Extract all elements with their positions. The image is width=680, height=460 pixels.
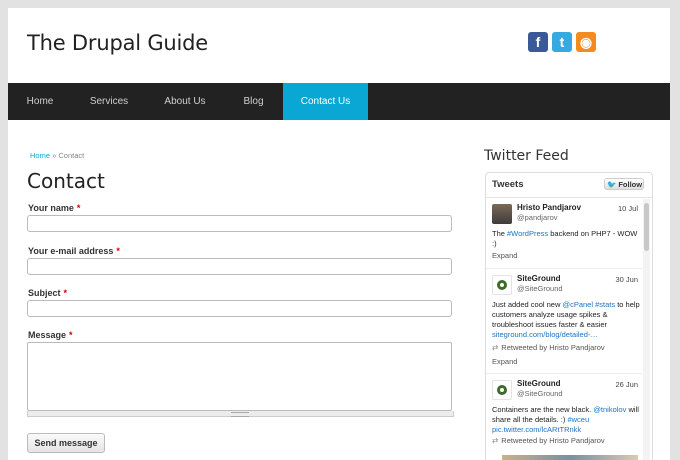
tweets-title[interactable]: Tweets bbox=[492, 179, 524, 190]
tweet-link[interactable]: #WordPress bbox=[507, 229, 548, 238]
tweet-link[interactable]: #stats bbox=[595, 300, 615, 309]
subject-input[interactable] bbox=[27, 300, 452, 317]
name-label: Your name * bbox=[28, 203, 81, 213]
tweet-link[interactable]: siteground.com/blog/detailed-… bbox=[492, 330, 598, 339]
tweet-item[interactable]: SiteGround @SiteGround 30 Jun Just added… bbox=[486, 269, 642, 374]
twitter-widget: Tweets 🐦 Follow Hristo Pandjarov @pandjar… bbox=[485, 172, 653, 460]
required-mark: * bbox=[116, 246, 120, 256]
tweet-date[interactable]: 10 Jul bbox=[618, 204, 638, 213]
breadcrumb: Home » Contact bbox=[30, 151, 84, 160]
tweet-date[interactable]: 26 Jun bbox=[615, 380, 638, 389]
retweet-icon: ⇄ bbox=[492, 343, 499, 352]
textarea-resize-grip[interactable] bbox=[27, 411, 454, 417]
tweet-link[interactable]: pic.twitter.com/lcARtTRnkk bbox=[492, 425, 581, 434]
siteground-logo-icon bbox=[497, 385, 507, 395]
message-label: Message * bbox=[28, 330, 73, 340]
nav-item-contact-us[interactable]: Contact Us bbox=[283, 83, 368, 120]
tweet-text: Containers are the new black. @tnikolov … bbox=[492, 405, 639, 434]
required-mark: * bbox=[76, 203, 81, 213]
tweet-link[interactable]: @cPanel bbox=[562, 300, 593, 309]
tweet-author[interactable]: SiteGround bbox=[517, 274, 561, 283]
tweet-text: The #WordPress backend on PHP7 - WOW :) bbox=[492, 229, 638, 248]
nav-item-about-us[interactable]: About Us bbox=[146, 83, 224, 120]
tweet-link[interactable]: @tnikolov bbox=[593, 405, 626, 414]
breadcrumb-current: Contact bbox=[58, 151, 85, 160]
message-textarea[interactable] bbox=[27, 342, 452, 411]
tweet-expand-link[interactable]: Expand bbox=[492, 357, 517, 366]
tweet-author[interactable]: Hristo Pandjarov bbox=[517, 203, 581, 212]
tweet-handle[interactable]: @SiteGround bbox=[517, 284, 563, 293]
avatar[interactable] bbox=[492, 204, 512, 224]
send-message-button[interactable]: Send message bbox=[27, 433, 105, 453]
avatar[interactable] bbox=[492, 380, 512, 400]
rss-icon[interactable]: ◉ bbox=[576, 32, 596, 52]
tweet-date[interactable]: 30 Jun bbox=[615, 275, 638, 284]
tweet-item[interactable]: SiteGround @SiteGround 26 Jun Containers… bbox=[486, 374, 642, 454]
subject-label: Subject * bbox=[28, 288, 68, 298]
tweet-handle[interactable]: @pandjarov bbox=[517, 213, 558, 222]
main-nav: Home Services About Us Blog Contact Us bbox=[8, 83, 670, 120]
name-input[interactable] bbox=[27, 215, 452, 232]
retweet-info: ⇄ Retweeted by Hristo Pandjarov bbox=[492, 436, 605, 445]
page-title: Contact bbox=[27, 169, 105, 193]
tweet-expand-link[interactable]: Expand bbox=[492, 251, 517, 260]
nav-item-home[interactable]: Home bbox=[8, 83, 72, 120]
avatar[interactable] bbox=[492, 275, 512, 295]
email-input[interactable] bbox=[27, 258, 452, 275]
tweet-link[interactable]: #wceu bbox=[567, 415, 589, 424]
twitter-bird-icon: 🐦 bbox=[607, 180, 617, 189]
twitter-feed-heading: Twitter Feed bbox=[484, 148, 569, 164]
tweet-photo[interactable] bbox=[502, 455, 638, 460]
retweet-icon: ⇄ bbox=[492, 436, 499, 445]
twitter-icon[interactable]: t bbox=[552, 32, 572, 52]
required-mark: * bbox=[69, 330, 73, 340]
required-mark: * bbox=[63, 288, 68, 298]
retweet-info: ⇄ Retweeted by Hristo Pandjarov bbox=[492, 343, 605, 352]
tweet-author[interactable]: SiteGround bbox=[517, 379, 561, 388]
email-label: Your e-mail address * bbox=[28, 246, 120, 256]
nav-item-services[interactable]: Services bbox=[72, 83, 146, 120]
page: The Drupal Guide f t ◉ Home Services Abo… bbox=[8, 8, 670, 460]
tweet-handle[interactable]: @SiteGround bbox=[517, 389, 563, 398]
social-links: f t ◉ bbox=[528, 32, 596, 52]
site-title[interactable]: The Drupal Guide bbox=[27, 31, 208, 55]
breadcrumb-home-link[interactable]: Home bbox=[30, 151, 50, 160]
facebook-icon[interactable]: f bbox=[528, 32, 548, 52]
tweet-item[interactable]: Hristo Pandjarov @pandjarov 10 Jul The #… bbox=[486, 198, 642, 269]
twitter-widget-header: Tweets 🐦 Follow bbox=[486, 173, 652, 198]
tweet-text: Just added cool new @cPanel #stats to he… bbox=[492, 300, 640, 339]
widget-scrollbar-thumb[interactable] bbox=[644, 203, 649, 251]
nav-item-blog[interactable]: Blog bbox=[224, 83, 283, 120]
siteground-logo-icon bbox=[497, 280, 507, 290]
follow-button[interactable]: 🐦 Follow bbox=[604, 178, 644, 190]
